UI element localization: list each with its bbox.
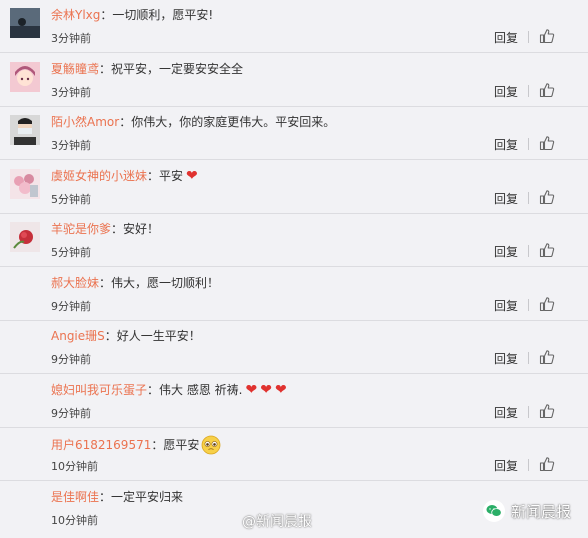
like-icon[interactable] xyxy=(539,349,555,365)
like-icon[interactable] xyxy=(539,135,555,151)
comment-time: 9分钟前 xyxy=(51,407,91,420)
comment-text: 平安 xyxy=(159,169,184,183)
reply-button[interactable]: 回复 xyxy=(494,404,518,421)
comment-text: 愿平安 xyxy=(163,438,200,452)
divider xyxy=(528,406,529,418)
divider xyxy=(528,85,529,97)
comment-username[interactable]: 虞姬女神的小迷妹 xyxy=(51,169,147,183)
comment-item: 虞姬女神的小迷妹：平安 ❤ 5分钟前 回复 xyxy=(0,161,588,214)
comment-username[interactable]: 媳妇叫我可乐蛋子 xyxy=(51,383,147,397)
comment-username[interactable]: 夏觞瞳鸢 xyxy=(51,62,99,76)
comment-time: 5分钟前 xyxy=(51,193,91,206)
user-avatar[interactable] xyxy=(10,115,40,145)
heart-icon: ❤ xyxy=(260,382,272,398)
reply-button[interactable]: 回复 xyxy=(494,297,518,314)
like-icon[interactable] xyxy=(539,28,555,44)
comment-text: 祝平安，一定要安安全全 xyxy=(111,62,244,76)
heart-icon: ❤ xyxy=(186,168,198,184)
divider xyxy=(528,459,529,471)
heart-icon: ❤ xyxy=(274,382,287,398)
reply-button[interactable]: 回复 xyxy=(494,190,518,207)
divider xyxy=(528,245,529,257)
comment-username[interactable]: 羊驼是你爹 xyxy=(51,222,111,236)
divider xyxy=(528,192,529,204)
comment-item: 陌小然Amor：你伟大，你的家庭更伟大。平安回来。 3分钟前 回复 xyxy=(0,107,588,160)
comment-time: 10分钟前 xyxy=(51,514,98,527)
divider xyxy=(528,138,529,150)
comment-item: Angie珊S：好人一生平安！ 9分钟前 回复 xyxy=(0,321,588,374)
comment-text: 伟大，愿一切顺利！ xyxy=(111,276,220,290)
comment-item: 媳妇叫我可乐蛋子：伟大 感恩 祈祷. ❤ ❤ ❤ 9分钟前 回复 xyxy=(0,375,588,428)
reply-button[interactable]: 回复 xyxy=(494,457,518,474)
comment-time: 9分钟前 xyxy=(51,300,91,313)
comment-text: 一切顺利，愿平安! xyxy=(112,8,214,22)
pleading-face-emoji-icon xyxy=(201,435,221,459)
like-icon[interactable] xyxy=(539,403,555,419)
divider xyxy=(528,299,529,311)
comment-username[interactable]: 用户6182169571 xyxy=(51,438,151,452)
reply-button[interactable]: 回复 xyxy=(494,29,518,46)
comment-text: 好人一生平安！ xyxy=(116,329,201,343)
comment-time: 3分钟前 xyxy=(51,86,91,99)
divider xyxy=(528,31,529,43)
heart-icon: ❤ xyxy=(245,382,258,398)
user-avatar[interactable] xyxy=(10,169,40,199)
user-avatar[interactable] xyxy=(10,62,40,92)
comment-item: 余林Ylxg：一切顺利，愿平安! 3分钟前 回复 xyxy=(0,0,588,53)
like-icon[interactable] xyxy=(539,189,555,205)
like-icon[interactable] xyxy=(539,242,555,258)
like-icon[interactable] xyxy=(539,296,555,312)
comment-time: 9分钟前 xyxy=(51,353,91,366)
user-avatar[interactable] xyxy=(10,222,40,252)
comment-username[interactable]: 余林Ylxg xyxy=(51,8,100,22)
reply-button[interactable]: 回复 xyxy=(494,350,518,367)
like-icon[interactable] xyxy=(539,456,555,472)
comment-username[interactable]: 陌小然Amor xyxy=(51,115,119,129)
comment-username[interactable]: Angie珊S xyxy=(51,329,105,343)
comment-text: 安好！ xyxy=(123,222,160,236)
weibo-watermark: @新闻晨报 xyxy=(242,514,312,530)
comment-item: 郝大脸妹：伟大，愿一切顺利！ 9分钟前 回复 xyxy=(0,268,588,321)
comment-username[interactable]: 是佳啊佳 xyxy=(51,490,99,504)
comment-text: 一定平安归来 xyxy=(111,490,184,504)
wechat-icon xyxy=(483,500,505,522)
comment-item: 羊驼是你爹：安好！ 5分钟前 回复 xyxy=(0,214,588,267)
comment-item: 用户6182169571：愿平安 10分钟前 回复 xyxy=(0,428,588,481)
reply-button[interactable]: 回复 xyxy=(494,136,518,153)
brand-name: 新闻晨报 xyxy=(511,502,572,521)
comment-item: 夏觞瞳鸢：祝平安，一定要安安全全 3分钟前 回复 xyxy=(0,54,588,107)
comment-time: 5分钟前 xyxy=(51,246,91,259)
reply-button[interactable]: 回复 xyxy=(494,83,518,100)
divider xyxy=(528,352,529,364)
comment-time: 3分钟前 xyxy=(51,32,91,45)
comment-text: 你伟大，你的家庭更伟大。平安回来。 xyxy=(131,115,336,129)
reply-button[interactable]: 回复 xyxy=(494,243,518,260)
brand-watermark: 新闻晨报 xyxy=(483,500,571,522)
comment-username[interactable]: 郝大脸妹 xyxy=(51,276,99,290)
user-avatar[interactable] xyxy=(10,8,40,38)
comment-time: 3分钟前 xyxy=(51,139,91,152)
like-icon[interactable] xyxy=(539,82,555,98)
comment-text: 伟大 感恩 祈祷. xyxy=(159,383,243,397)
comment-time: 10分钟前 xyxy=(51,460,98,473)
